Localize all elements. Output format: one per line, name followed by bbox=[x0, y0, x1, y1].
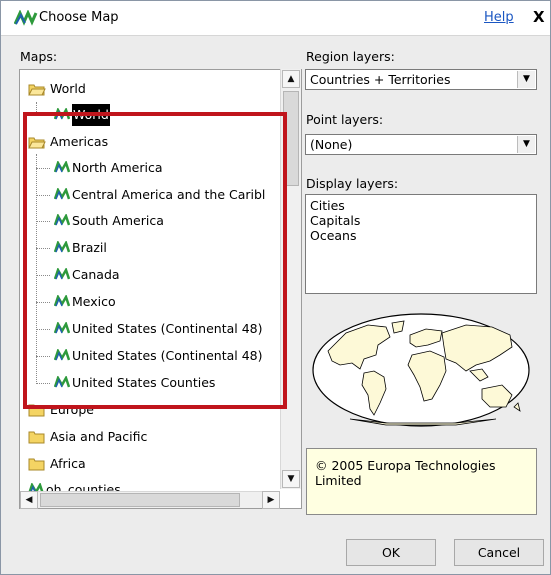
tree-label: Mexico bbox=[72, 294, 116, 309]
folder-icon bbox=[28, 431, 45, 444]
tree-label: Asia and Pacific bbox=[50, 429, 148, 444]
tree-horizontal-scrollbar[interactable]: ◀ ▶ bbox=[20, 491, 280, 509]
tree-line bbox=[36, 102, 37, 114]
tree-label: Europe bbox=[50, 402, 94, 417]
ok-button[interactable]: OK bbox=[346, 539, 436, 566]
point-layers-label: Point layers: bbox=[306, 112, 384, 127]
scroll-thumb[interactable] bbox=[283, 91, 299, 186]
tree-label: Africa bbox=[50, 456, 86, 471]
map-icon bbox=[54, 268, 70, 280]
point-layers-value: (None) bbox=[310, 137, 353, 152]
map-icon bbox=[54, 349, 70, 361]
tree-line bbox=[36, 302, 50, 303]
map-icon bbox=[54, 214, 70, 226]
region-layers-label: Region layers: bbox=[306, 49, 395, 64]
tree-line bbox=[36, 383, 50, 384]
folder-icon bbox=[28, 404, 45, 417]
folder-open-icon bbox=[28, 137, 46, 149]
tree-label: North America bbox=[72, 160, 163, 175]
list-item[interactable]: Cities bbox=[310, 198, 345, 213]
tree-line bbox=[36, 275, 50, 276]
tree-label: United States Counties bbox=[72, 375, 216, 390]
chevron-down-icon[interactable]: ▼ bbox=[517, 136, 535, 153]
list-item[interactable]: Oceans bbox=[310, 228, 357, 243]
scroll-down-button[interactable]: ▼ bbox=[282, 470, 300, 488]
map-icon bbox=[54, 322, 70, 334]
region-layers-select[interactable]: Countries + Territories ▼ bbox=[305, 69, 537, 90]
point-layers-select[interactable]: (None) ▼ bbox=[305, 134, 537, 155]
tree-line bbox=[36, 221, 50, 222]
tree-label: World bbox=[72, 104, 110, 126]
tree-label: United States (Continental 48) bbox=[72, 321, 263, 336]
tree-line bbox=[36, 356, 50, 357]
window-title: Choose Map bbox=[39, 10, 119, 25]
app-map-icon bbox=[14, 10, 38, 26]
maps-tree[interactable]: World World Americas North America Centr… bbox=[19, 69, 302, 509]
map-icon bbox=[54, 295, 70, 307]
scroll-up-button[interactable]: ▲ bbox=[282, 70, 300, 88]
copyright-notice: © 2005 Europa Technologies Limited bbox=[306, 448, 537, 515]
map-icon bbox=[54, 108, 70, 120]
map-icon bbox=[54, 188, 70, 200]
tree-line bbox=[36, 154, 37, 384]
region-layers-value: Countries + Territories bbox=[310, 72, 451, 87]
folder-open-icon bbox=[28, 84, 46, 96]
scroll-right-button[interactable]: ▶ bbox=[262, 491, 280, 509]
tree-line bbox=[36, 168, 50, 169]
scroll-thumb[interactable] bbox=[40, 493, 240, 507]
tree-label: World bbox=[50, 81, 86, 96]
tree-label: South America bbox=[72, 213, 164, 228]
tree-label: Brazil bbox=[72, 240, 107, 255]
map-icon bbox=[54, 376, 70, 388]
list-item[interactable]: Capitals bbox=[310, 213, 360, 228]
close-button[interactable]: X bbox=[533, 6, 550, 28]
folder-icon bbox=[28, 458, 45, 471]
tree-vertical-scrollbar[interactable]: ▲ ▼ bbox=[280, 69, 301, 489]
map-icon bbox=[54, 241, 70, 253]
chevron-down-icon[interactable]: ▼ bbox=[517, 71, 535, 88]
tree-line bbox=[36, 114, 50, 115]
help-link[interactable]: Help bbox=[484, 10, 514, 25]
choose-map-dialog: Choose Map Help X Maps: World World Amer… bbox=[0, 0, 551, 575]
tree-label: Central America and the Caribl bbox=[72, 187, 266, 202]
title-bar: Choose Map Help X bbox=[1, 1, 550, 36]
tree-line bbox=[36, 195, 50, 196]
maps-label: Maps: bbox=[20, 49, 58, 64]
display-layers-label: Display layers: bbox=[306, 176, 399, 191]
tree-label: Americas bbox=[50, 134, 109, 149]
tree-label: United States (Continental 48) bbox=[72, 348, 263, 363]
cancel-button[interactable]: Cancel bbox=[454, 539, 544, 566]
map-icon bbox=[54, 161, 70, 173]
scroll-left-button[interactable]: ◀ bbox=[20, 491, 38, 509]
tree-line bbox=[36, 248, 50, 249]
tree-line bbox=[36, 329, 50, 330]
display-layers-list[interactable]: Cities Capitals Oceans bbox=[305, 194, 537, 294]
world-map-preview bbox=[312, 313, 530, 427]
tree-label: Canada bbox=[72, 267, 120, 282]
